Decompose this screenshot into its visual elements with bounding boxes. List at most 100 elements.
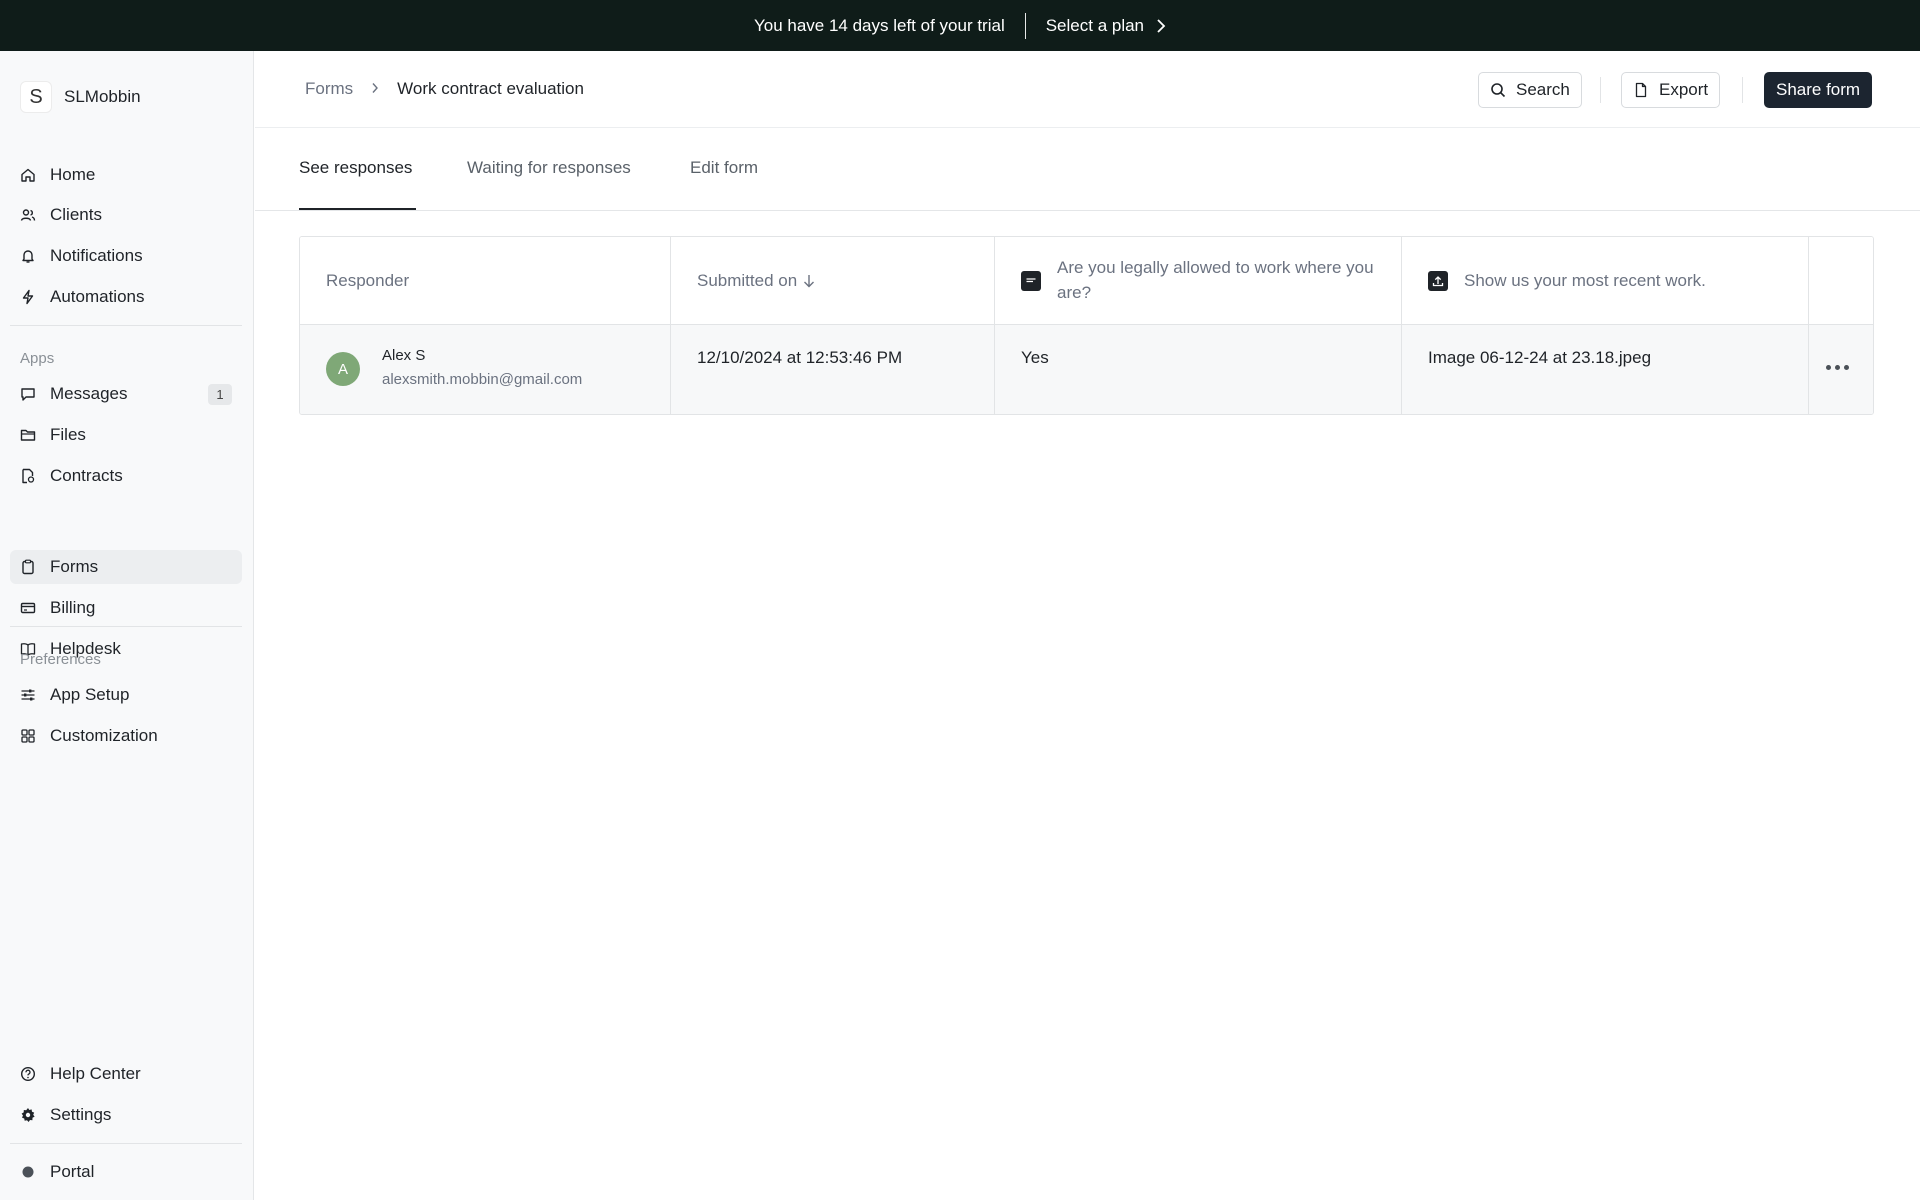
contract-icon bbox=[20, 468, 36, 484]
tab-see-responses[interactable]: See responses bbox=[299, 158, 412, 178]
sidebar-item-automations[interactable]: Automations bbox=[10, 280, 242, 314]
page-header: Forms Work contract evaluation Search Ex… bbox=[255, 51, 1920, 128]
short-answer-icon bbox=[1021, 271, 1041, 291]
share-form-button[interactable]: Share form bbox=[1764, 72, 1873, 108]
table-row[interactable]: A Alex S alexsmith.mobbin@gmail.com 12/1… bbox=[300, 325, 1873, 414]
sidebar-item-label: Billing bbox=[50, 598, 96, 617]
column-header-label: Show us your most recent work. bbox=[1464, 271, 1706, 290]
breadcrumb-forms-link[interactable]: Forms bbox=[305, 79, 353, 99]
column-header-submitted-on[interactable]: Submitted on bbox=[671, 237, 995, 324]
sidebar-item-help-center[interactable]: Help Center bbox=[10, 1057, 242, 1091]
sidebar-item-messages[interactable]: Messages 1 bbox=[10, 377, 242, 411]
sidebar-item-notifications[interactable]: Notifications bbox=[10, 239, 242, 273]
sidebar-item-clients[interactable]: Clients bbox=[10, 198, 242, 232]
sidebar-divider bbox=[10, 325, 242, 326]
apps-heading: Apps bbox=[20, 350, 55, 367]
column-header-label: Are you legally allowed to work where yo… bbox=[1057, 258, 1374, 302]
column-header-question-1: Are you legally allowed to work where yo… bbox=[995, 237, 1402, 324]
sort-descending-icon bbox=[804, 274, 815, 287]
sidebar-item-label: Automations bbox=[50, 287, 145, 306]
trial-banner: You have 14 days left of your trial Sele… bbox=[0, 0, 1920, 51]
brand-name: SLMobbin bbox=[64, 87, 141, 106]
gear-icon bbox=[20, 1107, 36, 1123]
dot bbox=[1825, 364, 1831, 370]
sidebar-item-label: Files bbox=[50, 425, 86, 444]
responses-table: Responder Submitted on Are you legally a… bbox=[299, 236, 1874, 415]
header-divider bbox=[1742, 77, 1743, 103]
sidebar-item-label: Clients bbox=[50, 205, 102, 224]
sidebar-item-home[interactable]: Home bbox=[10, 158, 242, 192]
sidebar-item-settings[interactable]: Settings bbox=[10, 1098, 242, 1132]
preferences-heading: Preferences bbox=[20, 651, 101, 668]
banner-divider bbox=[1024, 12, 1026, 39]
responder-email: alexsmith.mobbin@gmail.com bbox=[382, 371, 583, 388]
responder-name: Alex S bbox=[382, 347, 426, 364]
help-icon bbox=[20, 1066, 36, 1082]
export-button-label: Export bbox=[1659, 80, 1709, 99]
sidebar-item-label: Help Center bbox=[50, 1064, 141, 1083]
sidebar-item-app-setup[interactable]: App Setup bbox=[10, 678, 242, 712]
sidebar-divider bbox=[10, 1143, 242, 1144]
sidebar: S SLMobbin Home Clients Notifications Au… bbox=[0, 51, 254, 1200]
sidebar-item-files[interactable]: Files bbox=[10, 418, 242, 452]
file-icon bbox=[1635, 82, 1647, 98]
sidebar-item-label: Notifications bbox=[50, 246, 143, 265]
column-header-label-wrap: Submitted on bbox=[697, 268, 815, 293]
sidebar-item-contracts[interactable]: Contracts bbox=[10, 459, 242, 493]
cell-question-2: Image 06-12-24 at 23.18.jpeg bbox=[1402, 325, 1809, 414]
sidebar-item-label: Customization bbox=[50, 726, 158, 745]
breadcrumb: Forms Work contract evaluation bbox=[305, 79, 584, 99]
portal-status-dot-icon bbox=[20, 1164, 36, 1180]
sidebar-item-label: Contracts bbox=[50, 466, 123, 485]
unread-badge: 1 bbox=[208, 384, 232, 405]
sidebar-item-portal[interactable]: Portal bbox=[10, 1155, 242, 1189]
export-button[interactable]: Export bbox=[1621, 72, 1721, 108]
dot bbox=[1834, 364, 1840, 370]
active-tab-indicator bbox=[299, 208, 416, 210]
search-icon bbox=[1491, 83, 1506, 98]
users-icon bbox=[20, 207, 36, 223]
column-header-question-2: Show us your most recent work. bbox=[1402, 237, 1809, 324]
cell-responder: A Alex S alexsmith.mobbin@gmail.com bbox=[300, 325, 671, 414]
sidebar-item-label: App Setup bbox=[50, 685, 130, 704]
bell-icon bbox=[20, 248, 36, 264]
trial-text: You have 14 days left of your trial bbox=[753, 15, 1005, 35]
column-header-label: Responder bbox=[326, 271, 410, 290]
file-upload-icon bbox=[1428, 271, 1448, 291]
select-plan-link[interactable]: Select a plan bbox=[1046, 16, 1166, 36]
sidebar-divider bbox=[10, 626, 242, 627]
brand-logo: S bbox=[20, 81, 52, 113]
page-title: Work contract evaluation bbox=[397, 79, 584, 98]
sidebar-item-billing[interactable]: Billing bbox=[10, 591, 242, 625]
table-header: Responder Submitted on Are you legally a… bbox=[300, 237, 1873, 325]
header-divider bbox=[1600, 77, 1601, 103]
grid-icon bbox=[20, 728, 36, 744]
select-plan-label: Select a plan bbox=[1045, 15, 1145, 35]
home-icon bbox=[20, 167, 36, 183]
search-button[interactable]: Search bbox=[1478, 72, 1582, 108]
answer-value: Yes bbox=[1021, 348, 1049, 367]
sidebar-item-label: Messages bbox=[50, 384, 128, 403]
cell-question-1: Yes bbox=[995, 325, 1402, 414]
breadcrumb-chevron-icon bbox=[371, 81, 379, 98]
uploaded-file-link[interactable]: Image 06-12-24 at 23.18.jpeg bbox=[1428, 348, 1651, 368]
submitted-on-value: 12/10/2024 at 12:53:46 PM bbox=[697, 348, 903, 367]
tab-edit-form[interactable]: Edit form bbox=[690, 158, 758, 178]
sidebar-item-customization[interactable]: Customization bbox=[10, 719, 242, 753]
dot bbox=[1843, 364, 1849, 370]
sidebar-item-forms[interactable]: Forms bbox=[10, 550, 242, 584]
cell-submitted-on: 12/10/2024 at 12:53:46 PM bbox=[671, 325, 995, 414]
message-icon bbox=[20, 386, 36, 402]
search-button-label: Search bbox=[1516, 80, 1570, 99]
tab-waiting-for-responses[interactable]: Waiting for responses bbox=[467, 158, 631, 178]
clipboard-icon bbox=[20, 559, 36, 575]
form-tabs: See responses Waiting for responses Edit… bbox=[255, 128, 1920, 211]
bolt-icon bbox=[20, 289, 36, 305]
row-more-options-icon[interactable] bbox=[1820, 355, 1854, 379]
sidebar-item-label: Forms bbox=[50, 557, 99, 576]
folder-icon bbox=[20, 427, 36, 443]
column-header-label: Submitted on bbox=[697, 271, 798, 290]
sidebar-item-label: Settings bbox=[50, 1105, 112, 1124]
column-header-responder: Responder bbox=[300, 237, 671, 324]
workspace-switcher[interactable]: S SLMobbin bbox=[20, 81, 141, 113]
